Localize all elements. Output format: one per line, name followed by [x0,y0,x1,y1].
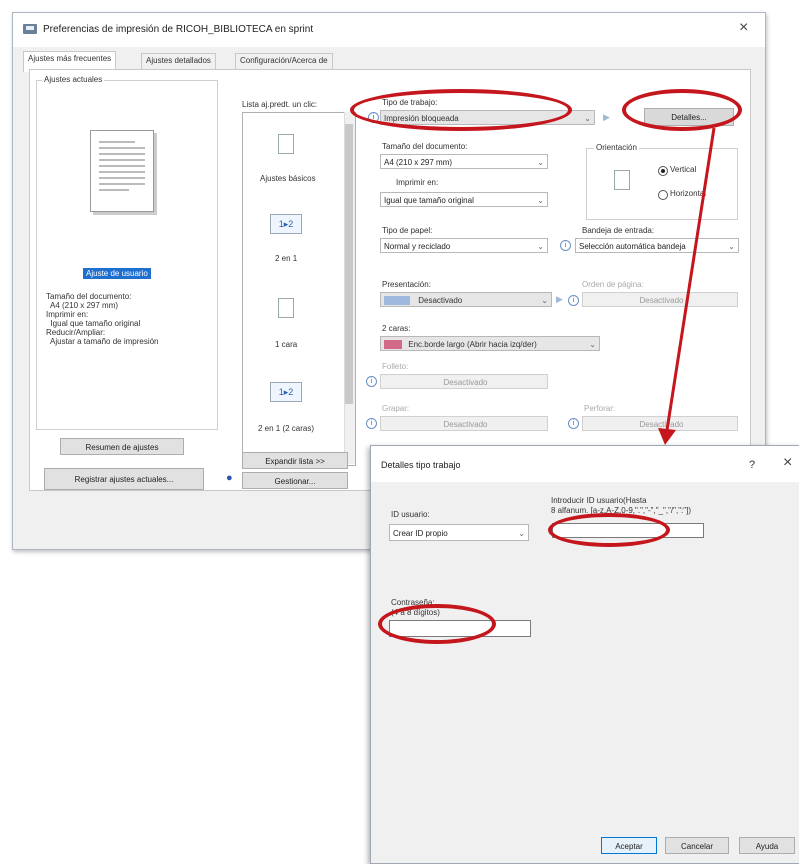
annotation-arrow [658,127,716,445]
arrow-shaft [665,127,716,431]
arrow-head [658,428,676,445]
